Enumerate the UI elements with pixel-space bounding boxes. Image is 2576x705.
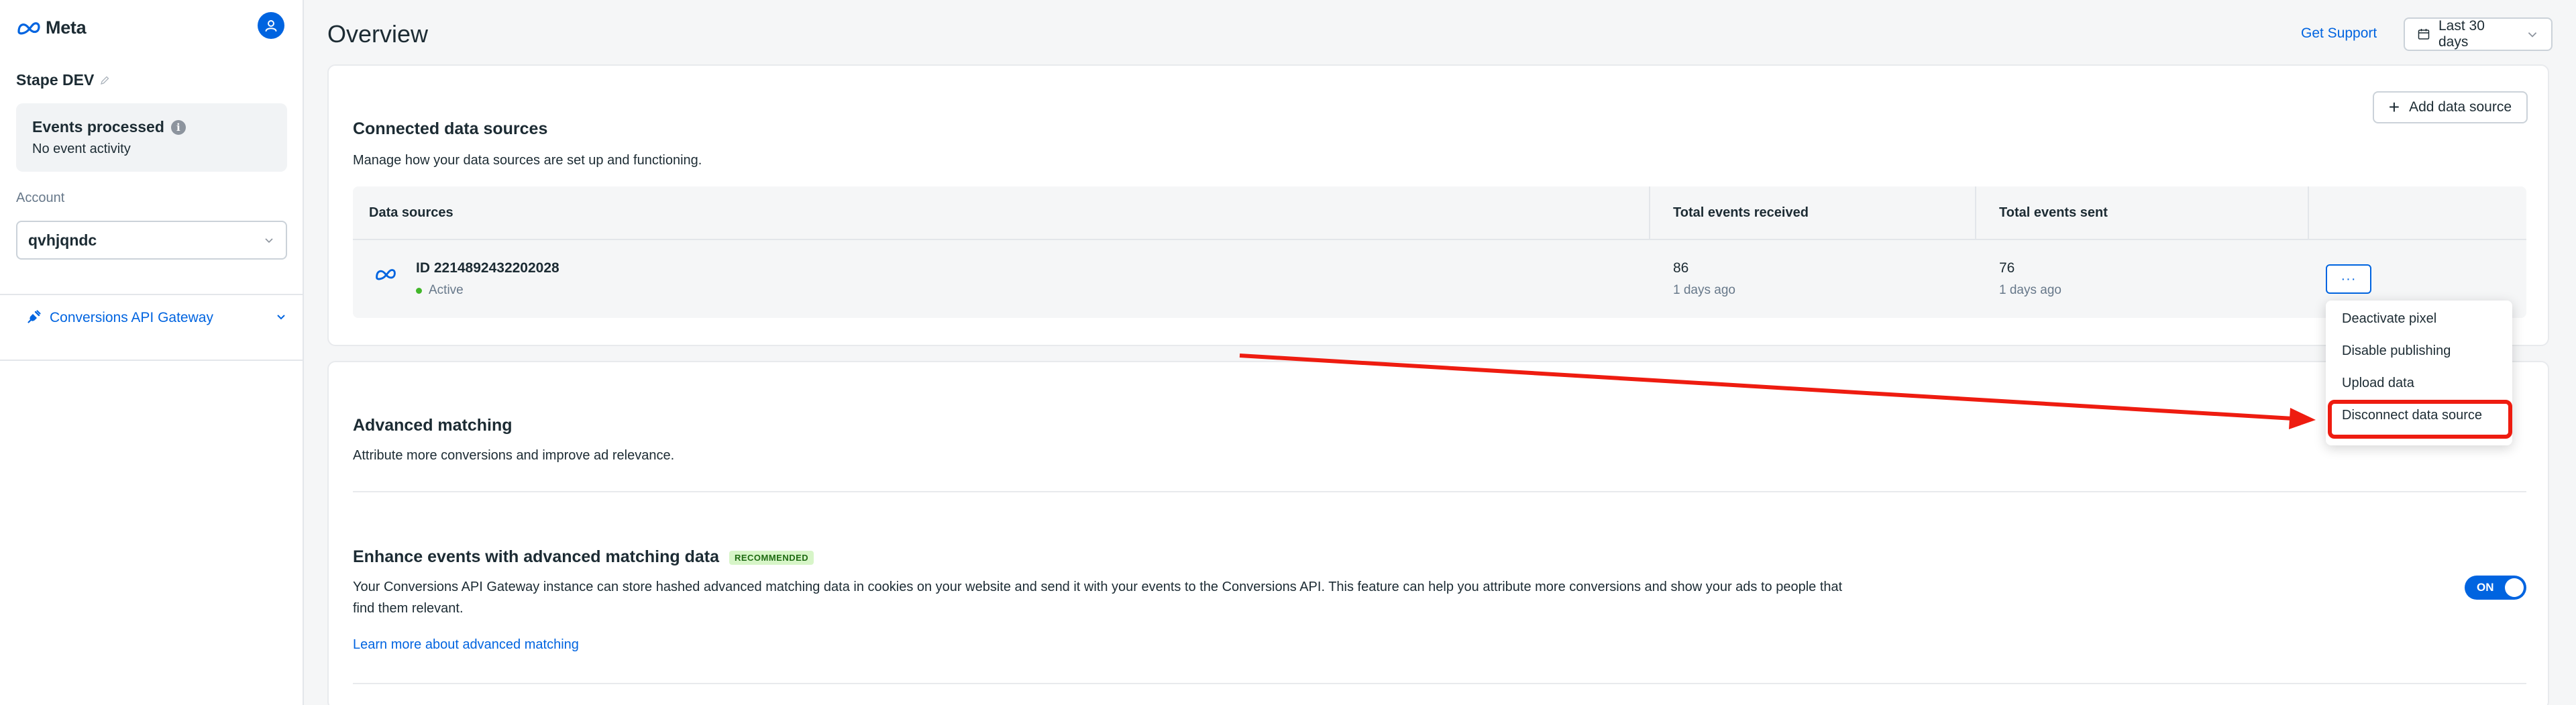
menu-item-upload-data[interactable]: Upload data	[2342, 376, 2414, 391]
events-processed-status: No event activity	[32, 142, 131, 156]
advanced-matching-description: Attribute more conversions and improve a…	[353, 448, 675, 463]
chevron-down-icon	[2528, 32, 2537, 38]
add-data-source-label: Add data source	[2409, 99, 2512, 115]
events-processed-label: Events processed	[32, 118, 164, 135]
connected-data-sources-description: Manage how your data sources are set up …	[353, 153, 702, 168]
get-support-link[interactable]: Get Support	[2301, 25, 2377, 42]
events-received-time: 1 days ago	[1673, 283, 1735, 297]
section-divider	[353, 491, 2526, 492]
add-data-source-button[interactable]: + Add data source	[2372, 91, 2528, 123]
learn-more-advanced-matching-link[interactable]: Learn more about advanced matching	[353, 637, 579, 653]
sidebar: Meta Stape DEV Events processed i No eve…	[0, 0, 304, 705]
table-header: Data sources Total events received Total…	[353, 186, 2526, 240]
plus-icon: +	[2388, 97, 2400, 117]
events-received-count: 86	[1673, 260, 1689, 276]
chevron-down-icon	[265, 238, 273, 243]
chevron-down-icon[interactable]	[275, 311, 287, 326]
brand-name: Meta	[46, 17, 87, 38]
date-range-button[interactable]: Last 30 days	[2404, 17, 2553, 51]
page-title: Overview	[327, 20, 429, 48]
menu-item-disable-publishing[interactable]: Disable publishing	[2342, 343, 2451, 359]
status-text: Active	[429, 283, 464, 297]
date-range-label: Last 30 days	[2438, 18, 2485, 50]
meta-infinity-icon	[17, 21, 40, 34]
avatar[interactable]	[258, 12, 284, 39]
account-name-text: Stape DEV	[16, 71, 95, 89]
user-icon	[265, 20, 277, 32]
column-header-events-received: Total events received	[1673, 205, 1809, 220]
toggle-label: ON	[2477, 581, 2494, 594]
enhance-events-description-line-2: find them relevant.	[353, 601, 464, 616]
info-icon[interactable]: i	[170, 119, 186, 135]
row-more-options-button[interactable]: ···	[2326, 264, 2371, 294]
account-label: Account	[16, 191, 65, 205]
enhance-events-title-text: Enhance events with advanced matching da…	[353, 547, 719, 566]
events-processed-card: Events processed i No event activity	[16, 103, 287, 172]
meta-infinity-icon	[374, 267, 397, 285]
calendar-icon	[2418, 29, 2430, 40]
highlight-annotation-box	[2328, 400, 2512, 439]
sidebar-divider	[0, 294, 303, 295]
enhance-events-description-line-1: Your Conversions API Gateway instance ca…	[353, 580, 1843, 594]
meta-logo[interactable]: Meta	[16, 17, 87, 38]
table-row[interactable]: ID 2214892432202028 Active 86 1 days ago…	[353, 240, 2526, 318]
advanced-matching-toggle[interactable]: ON	[2465, 576, 2526, 600]
sidebar-divider	[0, 360, 303, 361]
events-processed-title: Events processed i	[32, 118, 271, 136]
column-separator	[2308, 186, 2309, 240]
column-separator	[1649, 186, 1650, 240]
advanced-matching-title: Advanced matching	[353, 416, 513, 435]
account-name: Stape DEV	[16, 71, 110, 89]
data-sources-table: Data sources Total events received Total…	[353, 186, 2526, 318]
data-source-status: Active	[416, 283, 464, 298]
column-separator	[1975, 186, 1976, 240]
connected-data-sources-card: Connected data sources Manage how your d…	[327, 64, 2549, 346]
pencil-icon[interactable]	[99, 75, 110, 86]
recommended-badge: RECOMMENDED	[729, 550, 814, 565]
sidebar-item-label: Conversions API Gateway	[50, 310, 213, 325]
column-header-events-sent: Total events sent	[1999, 205, 2108, 220]
connected-data-sources-title: Connected data sources	[353, 119, 548, 138]
status-dot	[416, 287, 422, 294]
plug-icon	[27, 309, 42, 327]
data-source-id[interactable]: ID 2214892432202028	[416, 260, 559, 276]
toggle-knob	[2505, 578, 2524, 597]
section-divider	[353, 683, 2526, 684]
events-sent-count: 76	[1999, 260, 2015, 276]
advanced-matching-card: Advanced matching Attribute more convers…	[327, 361, 2549, 705]
enhance-events-title: Enhance events with advanced matching da…	[353, 547, 814, 567]
account-select[interactable]: qvhjqndc	[16, 221, 287, 260]
menu-item-deactivate-pixel[interactable]: Deactivate pixel	[2342, 311, 2436, 327]
column-header-data-sources: Data sources	[369, 205, 453, 220]
events-sent-time: 1 days ago	[1999, 283, 2061, 297]
sidebar-header: Meta	[16, 12, 286, 43]
account-select-value: qvhjqndc	[28, 231, 97, 249]
sidebar-item-conversions-api-gateway[interactable]: Conversions API Gateway	[16, 305, 287, 331]
